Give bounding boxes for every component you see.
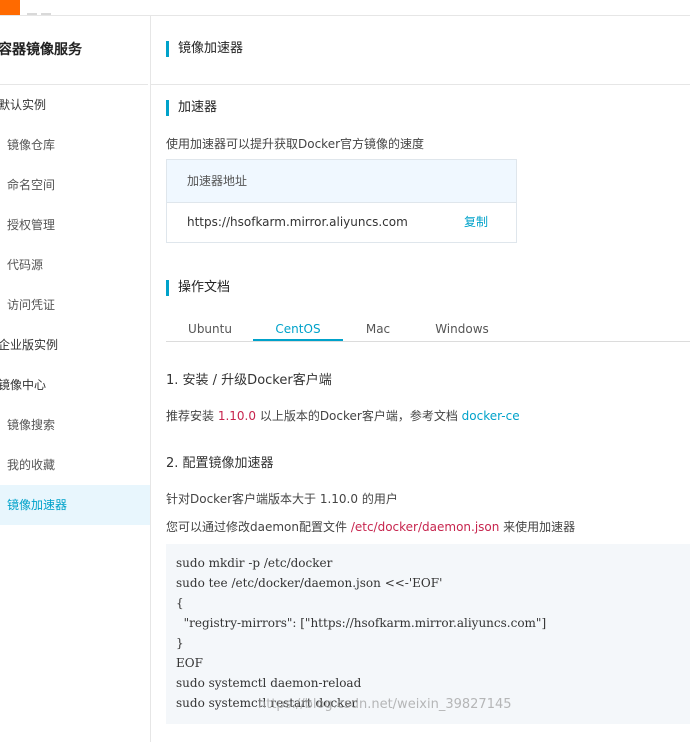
page-header: 镜像加速器	[151, 16, 690, 85]
sidebar-item-accelerator[interactable]: 镜像加速器	[0, 485, 150, 525]
tab-ubuntu[interactable]: Ubuntu	[166, 319, 254, 341]
sidebar-item-repositories[interactable]: 镜像仓库	[7, 136, 55, 153]
sidebar-group-default-instance[interactable]: 默认实例	[0, 96, 46, 113]
docs-section-title: 操作文档	[166, 280, 230, 296]
sidebar: 容器镜像服务 默认实例 镜像仓库 命名空间 授权管理 代码源 访问凭证 企业版实…	[0, 16, 151, 742]
table-header: 加速器地址	[167, 160, 516, 203]
sidebar-item-credentials[interactable]: 访问凭证	[7, 296, 55, 313]
logo-mark	[27, 0, 67, 15]
sidebar-group-image-center[interactable]: 镜像中心	[0, 376, 46, 393]
step1-title: 1. 安装 / 升级Docker客户端	[166, 373, 332, 388]
step1-text: 推荐安装 1.10.0 以上版本的Docker客户端，参考文档 docker-c…	[166, 407, 520, 424]
step2-text-suffix: 来使用加速器	[499, 520, 576, 534]
code-line: sudo systemctl daemon-reload	[176, 676, 362, 690]
accelerator-address-table: 加速器地址 https://hsofkarm.mirror.aliyuncs.c…	[166, 159, 517, 243]
tab-centos[interactable]: CentOS	[253, 319, 343, 341]
daemon-config-path: /etc/docker/daemon.json	[350, 520, 500, 534]
step2-text-2: 您可以通过修改daemon配置文件 /etc/docker/daemon.jso…	[166, 518, 575, 535]
main-content: 镜像加速器 加速器 使用加速器可以提升获取Docker官方镜像的速度 加速器地址…	[151, 16, 690, 742]
top-navbar	[0, 0, 690, 16]
docker-ce-link[interactable]: docker-ce	[462, 409, 520, 423]
code-line: sudo mkdir -p /etc/docker	[176, 556, 333, 570]
os-tabs: Ubuntu CentOS Mac Windows	[166, 319, 690, 342]
step1-text-prefix: 推荐安装	[166, 409, 218, 423]
tab-mac[interactable]: Mac	[346, 319, 410, 341]
step1-text-middle: 以上版本的Docker客户端，参考文档	[256, 409, 462, 423]
accelerator-section-title: 加速器	[166, 100, 217, 116]
step2-text-prefix: 您可以通过修改daemon配置文件	[166, 520, 351, 534]
table-row: https://hsofkarm.mirror.aliyuncs.com 复制	[167, 203, 516, 242]
sidebar-item-authorization[interactable]: 授权管理	[7, 216, 55, 233]
sidebar-item-code-source[interactable]: 代码源	[7, 256, 43, 273]
step2-title: 2. 配置镜像加速器	[166, 456, 274, 471]
code-line: EOF	[176, 656, 203, 670]
copy-button[interactable]: 复制	[464, 203, 488, 242]
sidebar-item-image-search[interactable]: 镜像搜索	[7, 416, 55, 433]
tab-windows[interactable]: Windows	[420, 319, 504, 341]
code-line: }	[176, 636, 184, 650]
docker-version: 1.10.0	[217, 409, 256, 423]
sidebar-item-favorites[interactable]: 我的收藏	[7, 456, 55, 473]
code-line: "registry-mirrors": ["https://hsofkarm.m…	[176, 616, 547, 630]
code-line: {	[176, 596, 184, 610]
accelerator-url: https://hsofkarm.mirror.aliyuncs.com	[187, 215, 408, 229]
brand-logo[interactable]	[0, 0, 20, 15]
page-title: 镜像加速器	[166, 41, 243, 57]
sidebar-group-enterprise-instance[interactable]: 企业版实例	[0, 336, 58, 353]
accelerator-description: 使用加速器可以提升获取Docker官方镜像的速度	[166, 137, 425, 151]
sidebar-title: 容器镜像服务	[0, 16, 148, 85]
step2-text-1: 针对Docker客户端版本大于 1.10.0 的用户	[166, 492, 398, 506]
sidebar-item-namespaces[interactable]: 命名空间	[7, 176, 55, 193]
code-line: sudo tee /etc/docker/daemon.json <<-'EOF…	[176, 576, 443, 590]
watermark: https://blog.csdn.net/weixin_39827145	[258, 697, 512, 712]
